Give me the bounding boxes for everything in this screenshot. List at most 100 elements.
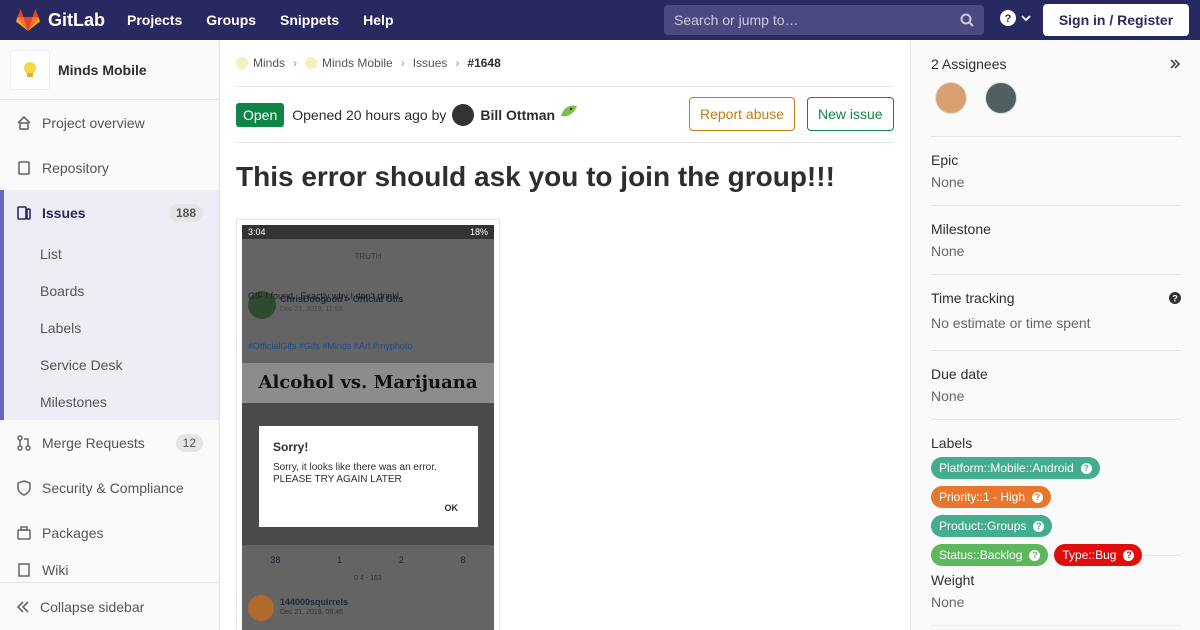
chevron-down-icon xyxy=(1021,15,1031,22)
weight-value: None xyxy=(931,594,965,610)
top-navbar: GitLab Projects Groups Snippets Help ? S… xyxy=(0,0,1200,40)
downvote-count: 1 xyxy=(337,555,343,565)
label-help-icon[interactable]: ? xyxy=(1032,491,1044,503)
sidebar-subitem-labels[interactable]: Labels xyxy=(4,309,219,346)
label-text: Platform::Mobile::Android xyxy=(939,461,1074,475)
issues-icon xyxy=(17,205,31,220)
sidebar-subitem-service-desk[interactable]: Service Desk xyxy=(4,346,219,383)
weight-label: Weight xyxy=(931,572,975,588)
sidebar-item-security[interactable]: Security & Compliance xyxy=(0,465,219,510)
breadcrumb-item[interactable]: Issues xyxy=(413,56,448,70)
opened-text: Opened 20 hours ago by xyxy=(292,106,447,123)
help-dropdown[interactable]: ? xyxy=(1000,10,1032,26)
project-sidebar: Minds Mobile Project overview Repository… xyxy=(0,40,220,630)
dialog-title: Sorry! xyxy=(273,440,309,454)
sidebar-subitem-list[interactable]: List xyxy=(4,235,219,272)
label-help-icon[interactable]: ? xyxy=(1033,520,1045,532)
nav-projects[interactable]: Projects xyxy=(127,12,182,28)
sidebar-item-repository[interactable]: Repository xyxy=(0,145,219,190)
lightbulb-icon xyxy=(24,61,36,77)
sidebar-item-label: Packages xyxy=(42,524,104,541)
assignees-block: 2 Assignees xyxy=(931,56,1181,137)
top-nav: Projects Groups Snippets Help xyxy=(127,12,418,28)
nav-help[interactable]: Help xyxy=(363,12,393,28)
shield-icon xyxy=(17,479,31,496)
report-abuse-button[interactable]: Report abuse xyxy=(689,97,796,131)
search-icon[interactable] xyxy=(960,13,974,27)
upvote-count: 38 xyxy=(270,555,281,565)
group-avatar-icon xyxy=(236,57,248,69)
author-avatar[interactable] xyxy=(452,103,475,126)
assignee-avatar[interactable] xyxy=(985,82,1018,114)
label-badge[interactable]: Platform::Mobile::Android ? xyxy=(931,457,1100,479)
label-badge[interactable]: Priority::1 - High ? xyxy=(931,486,1052,508)
milestone-block: Milestone None xyxy=(931,221,1181,275)
issues-count-badge: 188 xyxy=(168,203,203,222)
help-icon[interactable]: ? xyxy=(1169,292,1181,304)
issues-submenu: List Boards Labels Service Desk Mileston… xyxy=(0,235,219,420)
issue-title: This error should ask you to join the gr… xyxy=(236,161,835,192)
breadcrumb-current[interactable]: #1648 xyxy=(467,56,500,70)
nav-snippets[interactable]: Snippets xyxy=(280,12,339,28)
next-post-author: 144000squirrels xyxy=(280,597,349,607)
label-text: Priority::1 - High xyxy=(939,490,1026,504)
author-name[interactable]: Bill Ottman xyxy=(480,107,555,123)
collapse-sidebar-button[interactable]: Collapse sidebar xyxy=(0,582,219,630)
vote-stats: 0 4 - 163 xyxy=(354,575,382,582)
dialog-message: Sorry, it looks like there was an error.… xyxy=(273,462,437,485)
app-logo: TRUTH xyxy=(354,252,382,261)
due-date-value: None xyxy=(931,388,965,404)
label-help-icon[interactable]: ? xyxy=(1080,462,1092,474)
label-text: Status::Backlog xyxy=(939,548,1023,562)
project-header[interactable]: Minds Mobile xyxy=(0,40,219,100)
gitlab-tanuki-icon xyxy=(16,9,40,31)
search-input[interactable] xyxy=(674,12,960,28)
gitlab-logo[interactable]: GitLab xyxy=(16,9,105,31)
sidebar-item-project-overview[interactable]: Project overview xyxy=(0,100,219,145)
epic-block: Epic None xyxy=(931,152,1181,206)
labels-list: Platform::Mobile::Android ? Priority::1 … xyxy=(931,457,1181,573)
nav-groups[interactable]: Groups xyxy=(206,12,256,28)
sidebar-item-merge-requests[interactable]: Merge Requests 12 xyxy=(0,420,219,465)
breadcrumb: Minds › Minds Mobile › Issues › #1648 xyxy=(236,40,894,87)
breadcrumb-item[interactable]: Minds xyxy=(253,56,285,70)
sidebar-item-wiki[interactable]: Wiki xyxy=(0,555,219,585)
label-badge[interactable]: Status::Backlog ? xyxy=(931,544,1049,566)
label-badge[interactable]: Type::Bug ? xyxy=(1054,544,1143,566)
sidebar-item-issues[interactable]: Issues 188 xyxy=(0,190,219,235)
label-text: Type::Bug xyxy=(1062,548,1117,562)
label-help-icon[interactable]: ? xyxy=(1029,549,1041,561)
sign-in-button[interactable]: Sign in / Register xyxy=(1043,4,1189,36)
project-avatar xyxy=(10,49,50,90)
issue-sidebar: 2 Assignees Epic None Milestone None Tim… xyxy=(910,40,1200,630)
post-text: GIF I found.. Exactly why I don't drink! xyxy=(248,291,400,301)
collapse-sidebar-label: Collapse sidebar xyxy=(40,598,145,615)
phone-status-bar: 3:04 18% xyxy=(242,225,494,239)
meme-caption: Alcohol vs. Marijuana xyxy=(242,363,494,403)
label-badge[interactable]: Product::Groups ? xyxy=(931,515,1053,537)
sidebar-subitem-milestones[interactable]: Milestones xyxy=(4,383,219,420)
new-issue-button[interactable]: New issue xyxy=(807,97,894,131)
post-date: Dec 21, 2019, 11:53 xyxy=(280,306,343,313)
epic-value: None xyxy=(931,174,965,190)
sidebar-item-packages[interactable]: Packages xyxy=(0,510,219,555)
assignee-avatar[interactable] xyxy=(935,82,967,114)
breadcrumb-separator: › xyxy=(400,56,405,70)
search-box xyxy=(664,5,984,35)
next-post-avatar xyxy=(248,595,274,621)
collapse-right-sidebar-icon[interactable] xyxy=(1169,58,1181,70)
project-name: Minds Mobile xyxy=(58,61,147,78)
sidebar-item-label: Security & Compliance xyxy=(42,479,184,496)
svg-text:?: ? xyxy=(1172,294,1178,304)
status-badge: Open xyxy=(236,102,285,127)
time-tracking-value: No estimate or time spent xyxy=(931,315,1091,331)
attached-screenshot[interactable]: 3:04 18% TRUTH ChrisDoogood > Official G… xyxy=(236,219,500,630)
sidebar-subitem-boards[interactable]: Boards xyxy=(4,272,219,309)
project-avatar-icon xyxy=(305,57,318,69)
issue-detail-header: Open Opened 20 hours ago by Bill Ottman … xyxy=(236,87,894,143)
sidebar-item-label: Repository xyxy=(42,159,109,176)
breadcrumb-item[interactable]: Minds Mobile xyxy=(322,56,393,70)
phone-battery: 18% xyxy=(469,227,488,237)
label-help-icon[interactable]: ? xyxy=(1123,549,1135,561)
package-icon xyxy=(17,525,31,540)
